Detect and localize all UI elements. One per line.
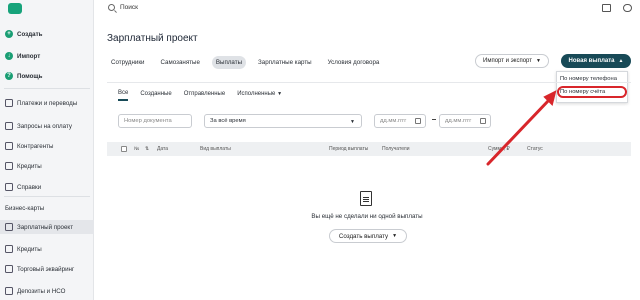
salary-icon	[5, 223, 13, 231]
topbar: Поиск	[94, 0, 640, 16]
sidebar-item-label: Торговый эквайринг	[17, 265, 75, 273]
logo[interactable]	[8, 3, 22, 14]
search-icon	[108, 4, 115, 11]
sidebar-item-label: Контрагенты	[17, 142, 54, 150]
column-payment-period[interactable]: Период выплаты	[329, 146, 368, 152]
tab-contract-terms[interactable]: Условия договора	[324, 56, 384, 69]
tabs: Сотрудники Самозанятые Выплаты Зарплатны…	[107, 56, 383, 69]
chevron-up-icon: ▲	[618, 58, 624, 64]
sidebar-item-statements[interactable]: Справки	[4, 180, 94, 194]
tab-employees[interactable]: Сотрудники	[107, 56, 149, 69]
period-select[interactable]: За всё время ▼	[204, 114, 362, 128]
sidebar-item-acquiring[interactable]: Торговый эквайринг	[4, 262, 94, 276]
select-all-checkbox[interactable]	[121, 146, 127, 152]
import-icon: ↓	[5, 52, 13, 60]
request-icon	[5, 122, 13, 130]
sidebar-item-label: Бизнес-карты	[5, 204, 45, 212]
profile-icon[interactable]	[623, 4, 632, 12]
sidebar-item-label: Создать	[17, 30, 43, 38]
document-number-input[interactable]: Номер документа	[118, 114, 192, 128]
mail-icon[interactable]	[602, 4, 611, 12]
empty-state-text: Вы ещё не сделали ни одной выплаты	[311, 213, 423, 220]
chevron-down-icon: ▼	[350, 119, 355, 125]
main-content: Зарплатный проект Сотрудники Самозанятые…	[94, 16, 640, 300]
document-number-placeholder: Номер документа	[124, 118, 172, 124]
subtab-executed[interactable]: Исполненные ▼	[237, 91, 282, 100]
date-from-placeholder: дд.мм.гггг	[380, 118, 407, 124]
chevron-down-icon: ▼	[277, 91, 283, 97]
period-value: За всё время	[210, 118, 246, 124]
date-range-dash	[432, 119, 436, 120]
sidebar-item-label: Кредиты	[17, 245, 42, 253]
sidebar-item-label: Депозиты и НСО	[17, 287, 66, 295]
new-payment-button[interactable]: Новая выплата ▲	[561, 54, 631, 68]
status-subtabs: Все Созданные Отправленные Исполненные ▼	[118, 90, 282, 101]
terminal-icon	[5, 265, 13, 273]
date-to-placeholder: дд.мм.гггг	[445, 118, 472, 124]
import-export-label: Импорт и экспорт	[483, 58, 532, 64]
sidebar-item-salary-project[interactable]: Зарплатный проект	[0, 220, 94, 234]
sidebar-item-label: Платежи и переводы	[17, 99, 78, 107]
date-to-input[interactable]: дд.мм.гггг	[439, 114, 491, 128]
tab-self-employed[interactable]: Самозанятые	[157, 56, 204, 69]
contacts-icon	[5, 142, 13, 150]
payments-icon	[5, 99, 13, 107]
sidebar-item-label: Зарплатный проект	[17, 223, 74, 231]
sidebar-item-label: Помощь	[17, 72, 43, 80]
sidebar-item-import[interactable]: ↓ Импорт	[4, 49, 94, 63]
tab-salary-cards[interactable]: Зарплатные карты	[254, 56, 316, 69]
sidebar-item-credits-2[interactable]: Кредиты	[4, 242, 94, 256]
sidebar: + Создать ↓ Импорт ? Помощь Платежи и пе…	[0, 0, 94, 300]
column-payment-type[interactable]: Вид выплаты	[200, 146, 231, 152]
column-status[interactable]: Статус	[527, 146, 543, 152]
tab-payments[interactable]: Выплаты	[211, 56, 247, 69]
plus-icon: +	[5, 30, 13, 38]
chevron-down-icon: ▼	[392, 233, 398, 239]
column-amount[interactable]: Сумма, ₽	[488, 146, 510, 152]
calendar-icon[interactable]	[480, 118, 486, 124]
subtab-sent[interactable]: Отправленные	[184, 91, 226, 100]
page-title: Зарплатный проект	[107, 33, 198, 44]
column-recipients[interactable]: Получатели	[382, 146, 410, 152]
subtab-all[interactable]: Все	[118, 90, 129, 101]
sidebar-item-help[interactable]: ? Помощь	[4, 69, 94, 83]
sidebar-item-payments[interactable]: Платежи и переводы	[4, 96, 94, 110]
sidebar-item-label: Импорт	[17, 52, 41, 60]
create-payment-label: Создать выплату	[338, 232, 389, 240]
column-date[interactable]: Дата	[157, 146, 168, 152]
calendar-icon[interactable]	[415, 118, 421, 124]
help-icon: ?	[5, 72, 13, 80]
sidebar-item-deposits[interactable]: Депозиты и НСО	[4, 284, 94, 298]
sidebar-item-payment-requests[interactable]: Запросы на оплату	[4, 119, 94, 133]
column-number[interactable]: №	[134, 146, 139, 152]
sidebar-item-counterparties[interactable]: Контрагенты	[4, 139, 94, 153]
document-icon	[5, 183, 13, 191]
credit-icon	[5, 245, 13, 253]
empty-document-icon	[360, 191, 372, 206]
date-from-input[interactable]: дд.мм.гггг	[374, 114, 426, 128]
table-header: № ⇅ Дата Вид выплаты Период выплаты Полу…	[107, 142, 631, 156]
sidebar-item-label: Кредиты	[17, 162, 42, 170]
deposit-icon	[5, 287, 13, 295]
search-input[interactable]: Поиск	[120, 4, 138, 11]
import-export-button[interactable]: Импорт и экспорт ▼	[475, 54, 549, 68]
sidebar-item-create[interactable]: + Создать	[4, 27, 94, 41]
sidebar-divider	[4, 88, 90, 89]
sidebar-divider	[4, 196, 90, 197]
chevron-down-icon: ▼	[536, 58, 541, 64]
sidebar-item-credits[interactable]: Кредиты	[4, 159, 94, 173]
sidebar-item-label: Запросы на оплату	[17, 122, 72, 130]
sidebar-item-business-cards[interactable]: Бизнес-карты	[4, 201, 94, 215]
credit-icon	[5, 162, 13, 170]
sort-icon[interactable]: ⇅	[145, 146, 149, 152]
subtab-created[interactable]: Созданные	[140, 91, 171, 100]
subtab-executed-label: Исполненные	[237, 91, 276, 97]
sidebar-item-label: Справки	[17, 183, 42, 191]
new-payment-label: Новая выплата	[568, 58, 615, 64]
create-payment-button[interactable]: Создать выплату ▼	[329, 229, 407, 243]
